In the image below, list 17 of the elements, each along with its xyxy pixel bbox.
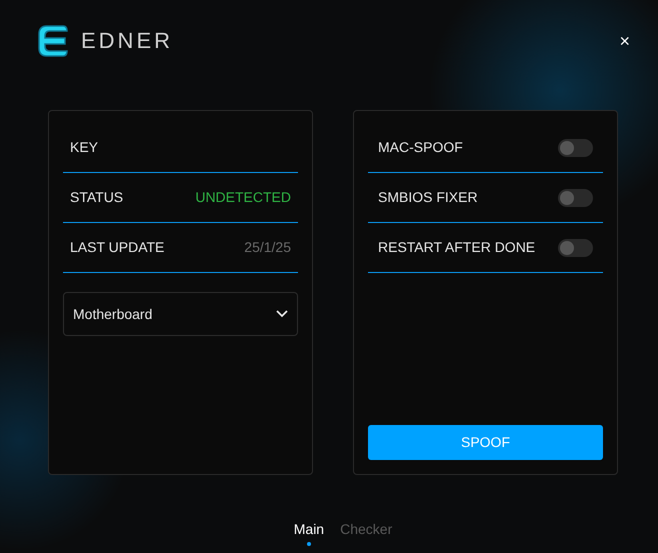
row-value: 25/1/25 <box>244 238 291 257</box>
nav-tab[interactable]: Main <box>294 519 324 546</box>
toggle-label: RESTART AFTER DONE <box>378 238 536 257</box>
row-value: UNDETECTED <box>195 188 291 207</box>
close-button[interactable]: × <box>619 32 630 50</box>
dropdown[interactable]: Motherboard <box>63 292 298 336</box>
brand-name: EDNER <box>81 27 174 55</box>
logo-icon <box>37 24 69 58</box>
toggle-switch[interactable] <box>558 238 593 256</box>
toggle-label: SMBIOS FIXER <box>378 188 478 207</box>
chevron-icon <box>276 310 288 318</box>
row-label: LAST UPDATE <box>70 238 164 257</box>
toggle-switch[interactable] <box>558 188 593 206</box>
row-label: KEY <box>70 138 98 157</box>
toggle-label: MAC-SPOOF <box>378 138 463 157</box>
toggle-switch[interactable] <box>558 138 593 156</box>
row-label: STATUS <box>70 188 124 207</box>
